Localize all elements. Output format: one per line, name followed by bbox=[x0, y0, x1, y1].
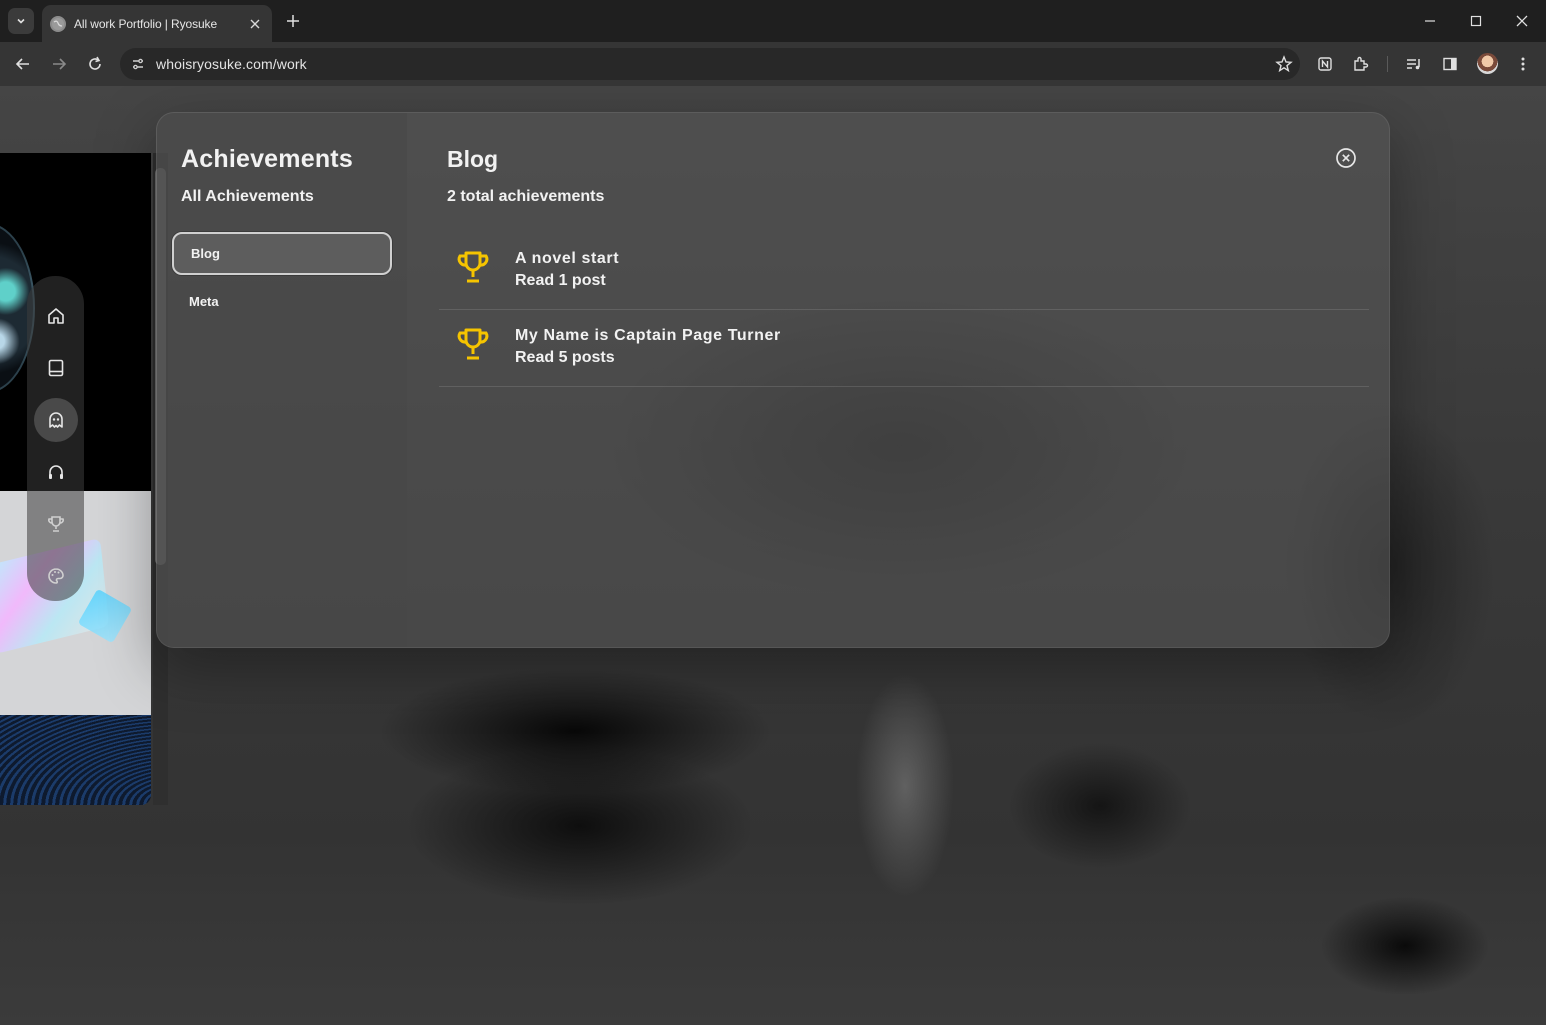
media-control-button[interactable] bbox=[1400, 50, 1428, 78]
dock-home[interactable] bbox=[34, 302, 78, 330]
toolbar-separator bbox=[1387, 56, 1388, 72]
more-vertical-icon bbox=[1521, 57, 1525, 71]
preview-blue-waves bbox=[0, 715, 151, 805]
maximize-icon bbox=[1470, 15, 1482, 27]
chevron-down-icon bbox=[17, 18, 25, 24]
browser-toolbar: whoisryosuke.com/work bbox=[0, 42, 1546, 86]
minimize-icon bbox=[1425, 20, 1435, 22]
dock-music[interactable] bbox=[34, 458, 78, 486]
achievements-content: Blog 2 total achievements A novel start … bbox=[407, 113, 1389, 647]
maximize-button[interactable] bbox=[1463, 8, 1489, 34]
category-blog-button[interactable]: Blog bbox=[172, 232, 392, 275]
all-achievements-link[interactable]: All Achievements bbox=[181, 188, 314, 206]
browser-tab-bar: All work Portfolio | Ryosuke bbox=[0, 0, 1546, 42]
dock-blog[interactable] bbox=[34, 354, 78, 382]
close-icon bbox=[1516, 15, 1528, 27]
tab-title: All work Portfolio | Ryosuke bbox=[74, 16, 218, 31]
browser-tab[interactable]: All work Portfolio | Ryosuke bbox=[42, 5, 272, 42]
notion-icon bbox=[1318, 57, 1332, 71]
achievement-item: My Name is Captain Page Turner Read 5 po… bbox=[439, 310, 1369, 387]
site-info-icon[interactable] bbox=[120, 48, 156, 80]
achievement-description: Read 1 post bbox=[515, 272, 606, 289]
headphones-icon bbox=[48, 465, 63, 479]
book-icon bbox=[48, 359, 63, 377]
category-meta-button[interactable]: Meta bbox=[172, 280, 392, 323]
browser-menu-button[interactable] bbox=[1509, 50, 1537, 78]
page-viewport: Achievements All Achievements Blog Meta … bbox=[0, 86, 1546, 1025]
tab-search-button[interactable] bbox=[8, 8, 34, 34]
globe-icon bbox=[50, 15, 66, 32]
new-tab-button[interactable] bbox=[282, 10, 304, 32]
trophy-icon bbox=[455, 326, 491, 364]
ghost-icon bbox=[48, 412, 63, 428]
url-text[interactable]: whoisryosuke.com/work bbox=[156, 56, 1268, 72]
achievement-description: Read 5 posts bbox=[515, 349, 615, 366]
side-panel-button[interactable] bbox=[1436, 50, 1464, 78]
dock-work[interactable] bbox=[33, 398, 78, 442]
arrow-left-icon bbox=[15, 58, 29, 70]
achievement-item: A novel start Read 1 post bbox=[439, 233, 1369, 310]
address-bar[interactable]: whoisryosuke.com/work bbox=[120, 48, 1300, 80]
achievements-sidebar: Achievements All Achievements Blog Meta bbox=[157, 113, 407, 647]
achievements-modal: Achievements All Achievements Blog Meta … bbox=[156, 112, 1390, 648]
side-navigation-dock bbox=[27, 276, 84, 601]
playlist-icon bbox=[1407, 59, 1420, 70]
minimize-button[interactable] bbox=[1417, 8, 1443, 34]
achievement-count: 2 total achievements bbox=[447, 188, 605, 205]
close-window-button[interactable] bbox=[1509, 8, 1535, 34]
back-button[interactable] bbox=[9, 50, 37, 78]
modal-title: Achievements bbox=[181, 145, 353, 173]
bookmark-star-icon[interactable] bbox=[1268, 48, 1300, 80]
notion-extension-button[interactable] bbox=[1311, 50, 1339, 78]
reload-icon bbox=[89, 56, 101, 70]
achievement-list: A novel start Read 1 post My Name is Cap… bbox=[439, 233, 1369, 387]
plus-icon bbox=[287, 15, 299, 27]
trophy-icon bbox=[455, 249, 491, 287]
achievement-name: My Name is Captain Page Turner bbox=[515, 327, 781, 344]
close-circle-icon bbox=[1336, 148, 1356, 168]
dock-theme[interactable] bbox=[34, 562, 78, 590]
home-icon bbox=[47, 308, 64, 324]
extensions-button[interactable] bbox=[1347, 50, 1375, 78]
puzzle-icon bbox=[1354, 56, 1369, 71]
side-panel-icon bbox=[1443, 57, 1457, 71]
achievement-name: A novel start bbox=[515, 250, 620, 267]
forward-button[interactable] bbox=[45, 50, 73, 78]
profile-avatar[interactable] bbox=[1477, 53, 1498, 74]
reload-button[interactable] bbox=[81, 50, 109, 78]
palette-icon bbox=[47, 568, 64, 584]
arrow-right-icon bbox=[53, 58, 67, 70]
dock-achievements[interactable] bbox=[34, 510, 78, 538]
close-tab-icon[interactable] bbox=[246, 15, 264, 33]
trophy-icon bbox=[47, 516, 64, 532]
category-title: Blog bbox=[447, 146, 499, 172]
close-modal-button[interactable] bbox=[1334, 146, 1358, 170]
